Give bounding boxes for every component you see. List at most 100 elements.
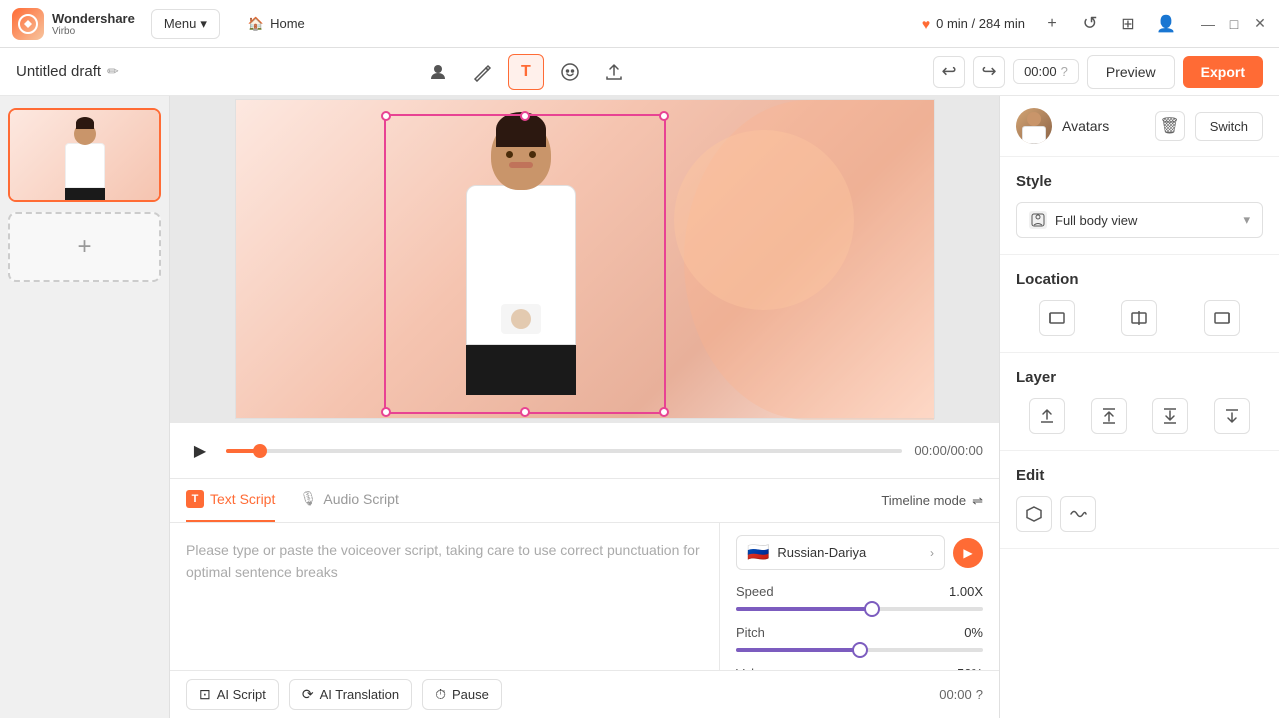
layer-send-to-back-button[interactable] [1214,398,1250,434]
emoji-tool-button[interactable] [552,54,588,90]
edit-section: Edit [1000,451,1279,549]
text-tool-button[interactable]: T [508,54,544,90]
history-icon[interactable]: ↺ [1079,13,1101,35]
speed-thumb[interactable] [864,601,880,617]
text-script-icon: T [186,490,204,508]
switch-button[interactable]: Switch [1195,112,1263,141]
add-slide-button[interactable]: + [8,212,161,282]
play-voice-button[interactable]: ▶ [953,538,983,568]
edit-wave-button[interactable] [1060,496,1096,532]
layer-send-backward-button[interactable] [1152,398,1188,434]
location-right-button[interactable] [1204,300,1240,336]
audio-script-icon: 🎙 [299,490,317,508]
tab-audio-script[interactable]: 🎙 Audio Script [299,479,398,522]
script-tabs: T Text Script 🎙 Audio Script Timeline mo… [170,479,999,523]
layer-controls [1016,398,1263,434]
speed-slider[interactable] [736,607,983,611]
timeline-mode-icon: ⇌ [972,493,983,509]
app-logo-icon [12,8,44,40]
handle-bottom-left[interactable] [381,407,391,417]
progress-bar[interactable] [226,449,902,453]
home-button[interactable]: 🏠 Home [236,10,317,38]
export-button[interactable]: Export [1183,56,1263,88]
close-button[interactable]: ✕ [1253,17,1267,31]
speed-fill [736,607,872,611]
canvas-area: ▶ 00:00/00:00 T Text Script 🎙 Audio Scri… [170,96,999,718]
handle-top-right[interactable] [659,111,669,121]
canvas-preview [170,96,999,422]
voice-panel: 🇷🇺 Russian-Dariya › ▶ Speed 1.00X [719,523,999,670]
speed-value: 1.00X [949,584,983,599]
script-text-input[interactable]: Please type or paste the voiceover scrip… [170,523,719,670]
toolbar-center: T [119,54,933,90]
brush-tool-button[interactable] [464,54,500,90]
ai-translation-button[interactable]: ⟳ AI Translation [289,679,412,710]
main-content: 1 + [0,96,1279,718]
tab-text-script[interactable]: T Text Script [186,479,275,522]
pitch-value: 0% [964,625,983,640]
layer-title: Layer [1016,369,1056,386]
script-panel: T Text Script 🎙 Audio Script Timeline mo… [170,478,999,718]
top-bar: Wondershare Virbo Menu ▾ 🏠 Home ♥ 0 min … [0,0,1279,48]
delete-avatar-button[interactable]: 🗑 [1155,111,1185,141]
layer-section: Layer [1000,353,1279,451]
pitch-label: Pitch 0% [736,625,983,640]
play-button[interactable]: ▶ [186,437,214,465]
pitch-slider[interactable] [736,648,983,652]
upload-tool-button[interactable] [596,54,632,90]
redo-button[interactable]: ↪ [973,56,1005,88]
time-help-icon[interactable]: ? [1061,64,1068,79]
minimize-button[interactable]: — [1201,17,1215,31]
top-bar-icons: + ↺ ⊞ 👤 [1041,13,1177,35]
heart-icon: ♥ [922,16,930,32]
title-bar: Untitled draft ✏ T [0,48,1279,96]
slide-item[interactable]: 1 [8,108,161,202]
draft-title: Untitled draft ✏ [16,63,119,80]
preview-button[interactable]: Preview [1087,55,1175,89]
avatar-thumbnail [1016,108,1052,144]
add-icon[interactable]: + [1041,13,1063,35]
slides-panel: 1 + [0,96,170,718]
location-grid [1016,300,1263,336]
location-title: Location [1016,271,1079,288]
ai-script-icon: ⊡ [199,686,211,703]
edit-title-icon[interactable]: ✏ [107,63,119,80]
ai-script-button[interactable]: ⊡ AI Script [186,679,279,710]
edit-hex-button[interactable] [1016,496,1052,532]
right-panel: Avatars 🗑 Switch Style Full body view ▾ [999,96,1279,718]
pitch-thumb[interactable] [852,642,868,658]
style-section: Style Full body view ▾ [1000,157,1279,255]
location-left-button[interactable] [1039,300,1075,336]
avatar-figure[interactable] [396,120,646,410]
bg-circle [674,130,854,310]
voice-flag: 🇷🇺 [747,542,769,563]
handle-bottom-right[interactable] [659,407,669,417]
user-icon[interactable]: 👤 [1155,13,1177,35]
script-time-help[interactable]: ? [976,687,983,702]
menu-button[interactable]: Menu ▾ [151,9,220,39]
maximize-button[interactable]: □ [1227,17,1241,31]
avatar-hair [496,112,546,147]
avatar-label: Avatars [1062,118,1145,134]
style-dropdown-arrow: ▾ [1243,212,1250,228]
layer-bring-forward-button[interactable] [1091,398,1127,434]
pause-button[interactable]: ⏱ Pause [422,679,502,710]
style-title: Style [1016,173,1052,190]
layer-bring-to-front-button[interactable] [1029,398,1065,434]
avatar-tool-button[interactable] [420,54,456,90]
logo-area: Wondershare Virbo [12,8,135,40]
handle-top-left[interactable] [381,111,391,121]
location-center-button[interactable] [1121,300,1157,336]
slide-thumbnail [10,110,159,200]
pitch-fill [736,648,860,652]
voice-selector[interactable]: 🇷🇺 Russian-Dariya › [736,535,945,570]
grid-view-icon[interactable]: ⊞ [1117,13,1139,35]
credit-display: ♥ 0 min / 284 min [922,16,1025,32]
pitch-slider-group: Pitch 0% [736,625,983,652]
undo-button[interactable]: ↩ [933,56,965,88]
progress-thumb[interactable] [253,444,267,458]
time-display: 00:00 ? [1013,59,1079,84]
timeline-mode-button[interactable]: Timeline mode ⇌ [881,493,983,509]
style-dropdown[interactable]: Full body view ▾ [1016,202,1263,238]
avatar-head [491,120,551,190]
